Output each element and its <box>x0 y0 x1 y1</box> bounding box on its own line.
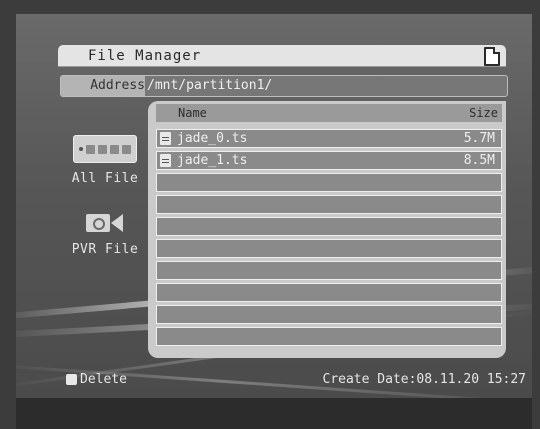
file-icon <box>160 154 171 167</box>
category-pvr-file[interactable]: PVR File <box>66 212 144 282</box>
screen-bezel-left <box>0 0 16 429</box>
all-file-icon <box>73 135 137 163</box>
file-rows: jade_0.ts 5.7M jade_1.ts 8.5M <box>156 129 502 349</box>
create-date: Create Date:08.11.20 15:27 <box>323 372 527 387</box>
file-list-header: Name Size <box>156 104 502 122</box>
file-name: jade_1.ts <box>177 153 248 168</box>
file-row[interactable]: jade_0.ts 5.7M <box>156 129 502 148</box>
category-label: PVR File <box>71 242 139 257</box>
create-date-label: Create Date: <box>322 372 417 387</box>
create-date-value: 08.11.20 15:27 <box>416 372 526 387</box>
file-row[interactable]: jade_1.ts 8.5M <box>156 151 502 170</box>
title-bar: File Manager <box>58 45 506 67</box>
address-path: /mnt/partition1/ <box>147 78 273 93</box>
empty-row <box>156 173 502 192</box>
address-label: Address <box>61 76 145 96</box>
file-name: jade_0.ts <box>177 131 248 146</box>
screen-bezel-right <box>532 0 540 429</box>
empty-row <box>156 217 502 236</box>
file-list-panel: Name Size jade_0.ts 5.7M jade_1.ts 8.5M <box>148 101 506 358</box>
file-size: 8.5M <box>463 153 495 168</box>
delete-key-icon <box>66 374 77 385</box>
category-label: All File <box>71 171 139 186</box>
document-icon <box>484 47 500 66</box>
window-title: File Manager <box>88 48 202 64</box>
empty-row <box>156 261 502 280</box>
empty-row <box>156 283 502 302</box>
delete-hint[interactable]: Delete <box>80 372 127 387</box>
bottom-band <box>16 398 532 429</box>
category-all-file[interactable]: All File <box>66 135 144 205</box>
empty-row <box>156 239 502 258</box>
empty-row <box>156 305 502 324</box>
column-header-name: Name <box>178 106 207 120</box>
empty-row <box>156 327 502 346</box>
address-bar: Address /mnt/partition1/ <box>60 75 508 97</box>
file-icon <box>160 132 171 145</box>
video-camera-icon <box>86 212 124 234</box>
status-bar: Delete Create Date:08.11.20 15:27 <box>66 372 526 390</box>
file-size: 5.7M <box>463 131 495 146</box>
column-header-size: Size <box>469 106 498 120</box>
empty-row <box>156 195 502 214</box>
screen-bezel-top <box>0 0 540 14</box>
